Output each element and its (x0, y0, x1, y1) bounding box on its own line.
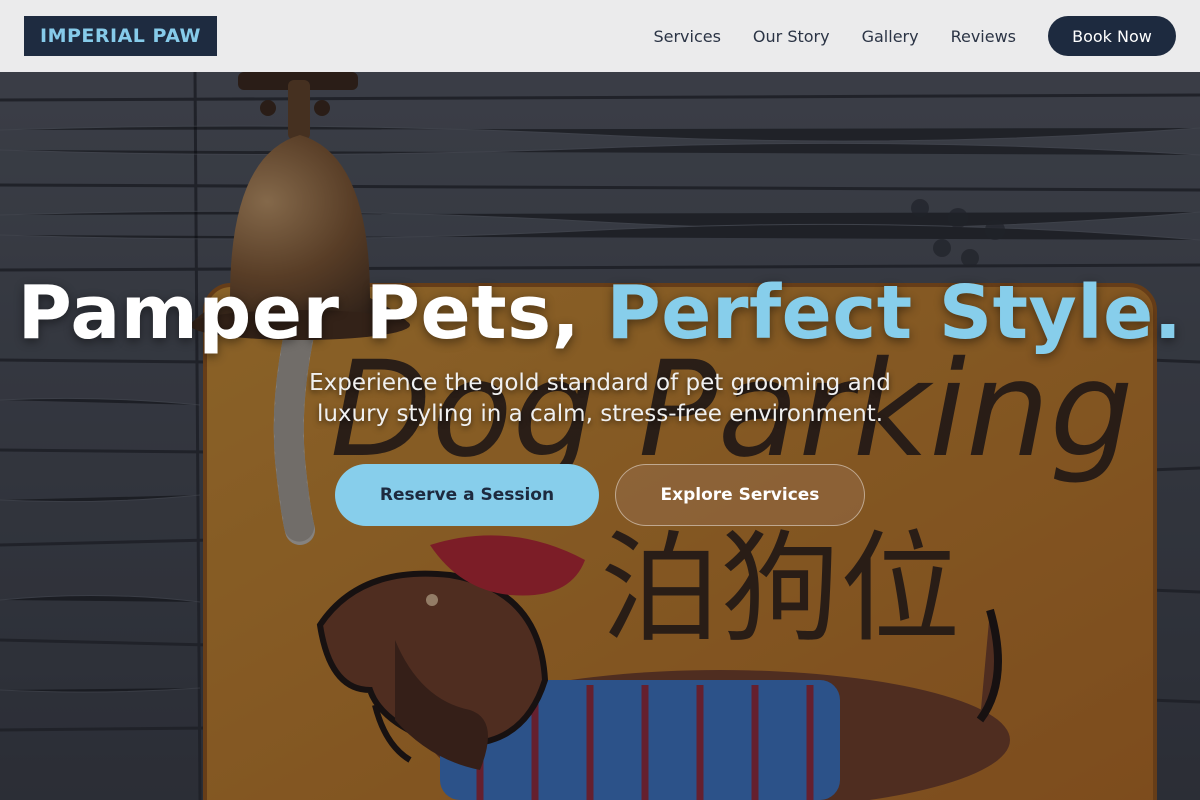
brand-logo[interactable]: IMPERIAL PAW (24, 16, 217, 56)
nav-link-our-story[interactable]: Our Story (753, 27, 830, 46)
reserve-session-button[interactable]: Reserve a Session (335, 464, 599, 526)
headline-main: Pamper Pets, (17, 270, 607, 356)
explore-services-button[interactable]: Explore Services (615, 464, 865, 526)
nav-link-gallery[interactable]: Gallery (862, 27, 919, 46)
main-nav: Services Our Story Gallery Reviews Book … (653, 16, 1176, 56)
top-navbar: IMPERIAL PAW Services Our Story Gallery … (0, 0, 1200, 72)
hero-section: Dog Parking 泊狗位 Pamper Pets, Perfect Sty… (0, 0, 1200, 800)
hero-subtitle: Experience the gold standard of pet groo… (309, 370, 891, 427)
hero-headline: Pamper Pets, Perfect Style. (0, 270, 1200, 356)
hero-cta-row: Reserve a Session Explore Services (0, 464, 1200, 526)
hero-content: Pamper Pets, Perfect Style. Experience t… (0, 270, 1200, 526)
headline-accent: Perfect Style. (606, 270, 1183, 356)
nav-link-services[interactable]: Services (653, 27, 720, 46)
nav-link-reviews[interactable]: Reviews (951, 27, 1016, 46)
book-now-button[interactable]: Book Now (1048, 16, 1176, 56)
